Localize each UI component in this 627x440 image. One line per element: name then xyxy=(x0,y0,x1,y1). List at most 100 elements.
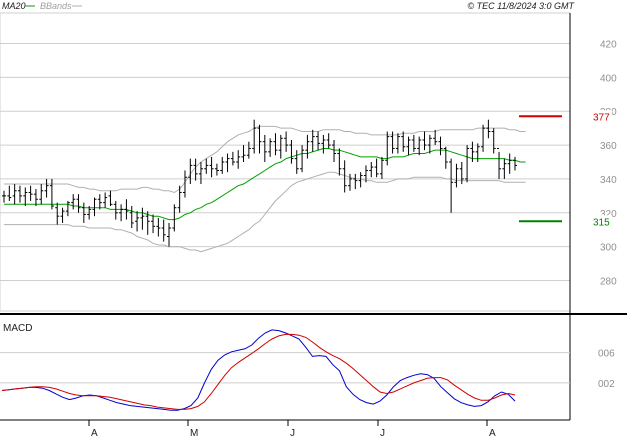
ohlc-bar xyxy=(44,178,49,198)
macd-lines xyxy=(1,329,516,411)
ohlc-bar xyxy=(273,133,278,156)
ohlc-bar xyxy=(2,190,6,203)
price-tick-labels: 280300320340360380400420 xyxy=(600,39,617,287)
ohlc-bar xyxy=(65,200,70,217)
ohlc-bar xyxy=(294,150,299,174)
ohlc-bar xyxy=(486,119,491,139)
ohlc-bar xyxy=(161,219,166,242)
macd-series-macd xyxy=(1,329,516,411)
ohlc-bar xyxy=(337,148,342,176)
ohlc-bar xyxy=(491,128,496,154)
ohlc-bar xyxy=(167,222,172,247)
ohlc-bar xyxy=(23,187,28,207)
ohlc-bar xyxy=(113,200,118,220)
price-frame xyxy=(0,12,571,312)
price-tick-label: 420 xyxy=(600,39,617,50)
ohlc-bar xyxy=(172,204,177,232)
ohlc-bar xyxy=(198,162,203,185)
ohlc-bar xyxy=(449,158,454,213)
ohlc-bar xyxy=(97,194,102,210)
ohlc-bar xyxy=(289,139,294,164)
ohlc-bar xyxy=(507,153,512,174)
ohlc-bar xyxy=(417,136,422,156)
ohlc-bar xyxy=(395,133,400,154)
ohlc-bar xyxy=(262,134,267,162)
ohlc-bar xyxy=(268,138,273,157)
legend-ma20: MA20 xyxy=(2,1,26,11)
ohlc-bar xyxy=(108,190,113,207)
ohlc-bar xyxy=(513,156,517,171)
ohlc-bar xyxy=(300,145,305,173)
bb-lower-line xyxy=(4,171,526,253)
ohlc-bar xyxy=(220,156,225,174)
resistance-label: 377 xyxy=(593,112,610,123)
ohlc-bar xyxy=(278,134,283,159)
ohlc-bar xyxy=(385,131,390,166)
price-tick-label: 300 xyxy=(600,243,617,254)
ohlc-bar xyxy=(406,136,411,156)
macd-title: MACD xyxy=(3,323,32,334)
ohlc-bar xyxy=(422,131,427,151)
price-panel: 280300320340360380400420 377315 xyxy=(0,12,617,312)
ohlc-bar xyxy=(411,134,416,152)
ohlc-bar xyxy=(305,134,310,159)
month-label: J xyxy=(290,428,295,439)
month-label: A xyxy=(489,428,496,439)
ohlc-bar xyxy=(401,131,406,152)
ohlc-bar xyxy=(236,150,241,169)
ohlc-bar xyxy=(28,185,33,201)
ohlc-bar xyxy=(129,206,134,229)
ohlc-bar xyxy=(438,136,443,156)
ohlc-bar xyxy=(92,197,97,217)
ohlc-bar xyxy=(481,124,486,152)
ohlc-bar xyxy=(156,217,161,237)
ohlc-bar xyxy=(39,184,44,205)
macd-tick-label: 006 xyxy=(598,349,615,360)
ohlc-bar xyxy=(209,156,214,178)
ohlc-bar xyxy=(310,129,315,152)
ohlc-bar xyxy=(369,162,374,178)
price-tick-label: 280 xyxy=(600,277,617,288)
ohlc-bar xyxy=(353,173,358,190)
x-axis-months: AMJJA xyxy=(88,420,496,439)
macd-grid xyxy=(0,352,570,384)
month-label: A xyxy=(91,428,98,439)
month-label: J xyxy=(380,428,385,439)
ohlc-bar xyxy=(140,207,145,230)
ohlc-bar xyxy=(246,141,251,159)
macd-series-signal xyxy=(1,333,516,410)
price-grid xyxy=(0,42,570,282)
support-label: 315 xyxy=(593,217,610,228)
ohlc-bar xyxy=(326,133,331,149)
chart-root: MA20 BBands © TEC 11/8/2024 3:0 GMT 280 3… xyxy=(0,0,627,440)
ohlc-bar xyxy=(71,194,76,210)
ohlc-bar xyxy=(55,202,60,225)
macd-panel: MACD 002 006 xyxy=(0,323,615,411)
price-tick-label: 400 xyxy=(600,73,617,84)
support-resistance-levels: 377 315 xyxy=(519,110,612,228)
ohlc-bar xyxy=(379,156,384,179)
ohlc-bar xyxy=(332,139,337,162)
macd-tick-labels: 002 006 xyxy=(598,349,615,390)
price-tick-label: 340 xyxy=(600,175,617,186)
ohlc-bar xyxy=(60,207,65,223)
chart-svg: MA20 BBands © TEC 11/8/2024 3:0 GMT 280 3… xyxy=(0,1,627,439)
ohlc-bar xyxy=(33,189,38,207)
month-label: M xyxy=(190,428,198,439)
ohlc-bar xyxy=(454,163,459,188)
ohlc-bar xyxy=(374,158,379,178)
ohlc-bar xyxy=(225,153,230,173)
ohlc-bar xyxy=(7,185,12,201)
ohlc-bar xyxy=(12,184,17,205)
ohlc-bar xyxy=(204,158,209,174)
ohlc-bar xyxy=(230,151,235,166)
ohlc-bar xyxy=(475,143,480,162)
ohlc-bar xyxy=(502,158,507,179)
ohlc-bar xyxy=(427,134,432,154)
ohlc-bar xyxy=(135,211,140,232)
ohlc-bar xyxy=(241,145,246,162)
ohlc-bar xyxy=(284,131,289,152)
ohlc-bar xyxy=(151,214,156,234)
macd-tick-label: 002 xyxy=(598,379,615,390)
ohlc-bar xyxy=(76,194,81,213)
